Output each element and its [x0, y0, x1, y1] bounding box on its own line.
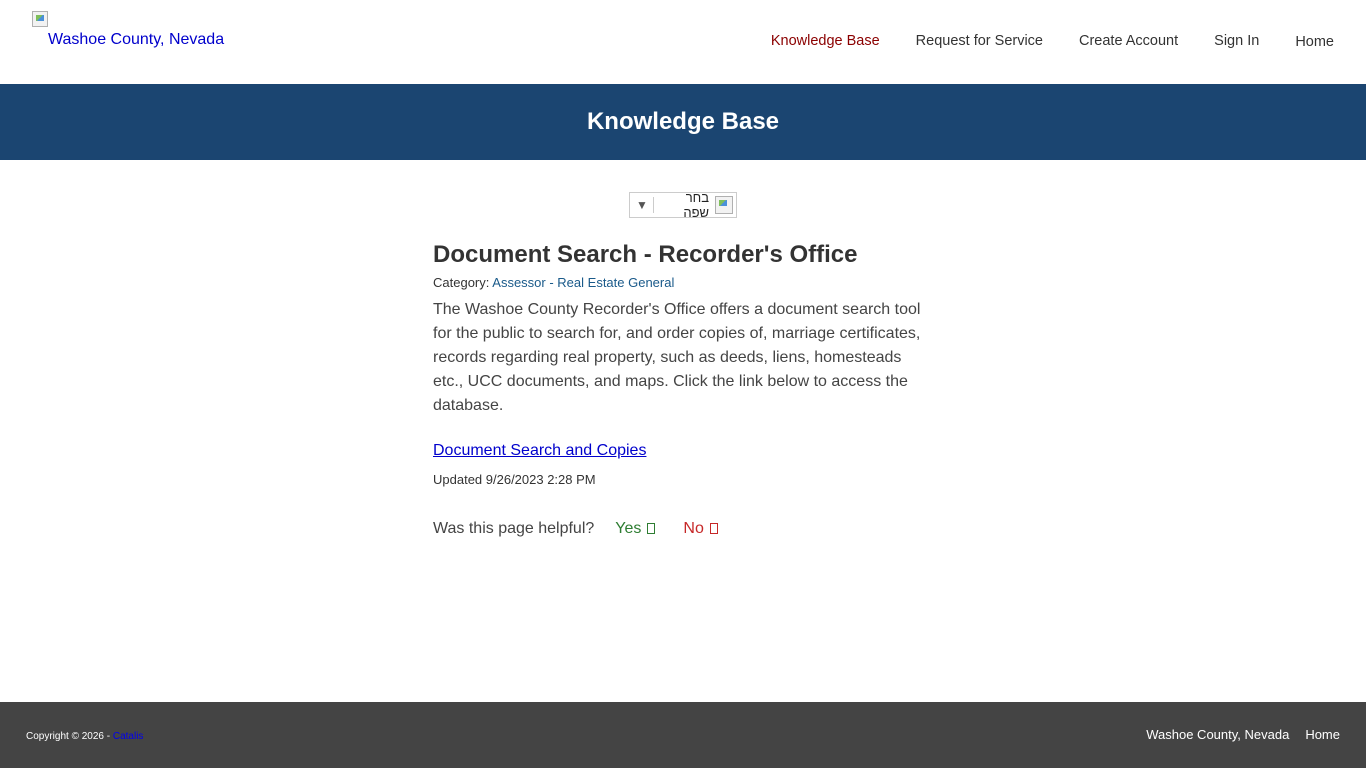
google-translate-icon	[715, 196, 733, 214]
article: Document Search - Recorder's Office Cate…	[433, 240, 933, 538]
main-nav: Knowledge Base Request for Service Creat…	[735, 33, 1334, 50]
category-label: Category:	[433, 275, 490, 290]
thumbs-up-icon	[647, 523, 656, 534]
article-category: Category: Assessor - Real Estate General	[433, 275, 933, 290]
feedback-row: Was this page helpful? Yes No	[433, 520, 933, 538]
footer-link-washoe-county[interactable]: Washoe County, Nevada	[1146, 727, 1289, 742]
site-logo[interactable]: Washoe County, Nevada	[32, 11, 224, 49]
thumbs-down-icon	[709, 523, 718, 534]
copyright-text: Copyright © 2026 -	[26, 731, 113, 742]
site-footer: Copyright © 2026 - Catalis Washoe County…	[0, 702, 1366, 768]
feedback-question: Was this page helpful?	[433, 520, 595, 537]
language-select[interactable]: ▼ בחר שפה	[629, 190, 737, 220]
nav-sign-in[interactable]: Sign In	[1214, 33, 1259, 50]
broken-image-icon	[32, 11, 48, 27]
language-select-label: בחר שפה	[683, 190, 709, 220]
document-search-link[interactable]: Document Search and Copies	[433, 442, 646, 460]
nav-knowledge-base[interactable]: Knowledge Base	[771, 33, 880, 50]
catalis-link[interactable]: Catalis	[113, 731, 144, 742]
article-title: Document Search - Recorder's Office	[433, 241, 858, 268]
select-divider	[652, 197, 654, 213]
feedback-no-button[interactable]: No	[683, 520, 718, 538]
nav-request-for-service[interactable]: Request for Service	[916, 33, 1043, 50]
updated-timestamp: Updated 9/26/2023 2:28 PM	[433, 472, 596, 487]
page-title: Knowledge Base	[586, 108, 780, 135]
feedback-yes-button[interactable]: Yes	[615, 520, 656, 538]
feedback-no-label: No	[683, 520, 704, 537]
site-header: Washoe County, Nevada Knowledge Base Req…	[0, 0, 1366, 84]
copyright: Copyright © 2026 - Catalis	[26, 731, 143, 742]
footer-links: Washoe County, Nevada Home	[1130, 727, 1340, 742]
category-link[interactable]: Assessor - Real Estate General	[492, 275, 674, 290]
footer-link-home[interactable]: Home	[1305, 727, 1340, 742]
article-body: The Washoe County Recorder's Office offe…	[433, 301, 921, 414]
logo-alt-text: Washoe County, Nevada	[48, 31, 225, 48]
nav-create-account[interactable]: Create Account	[1079, 33, 1178, 50]
dropdown-arrow-icon: ▼	[636, 198, 648, 212]
nav-home[interactable]: Home	[1295, 34, 1334, 50]
feedback-yes-label: Yes	[615, 520, 642, 537]
page-banner: Knowledge Base	[0, 84, 1366, 160]
